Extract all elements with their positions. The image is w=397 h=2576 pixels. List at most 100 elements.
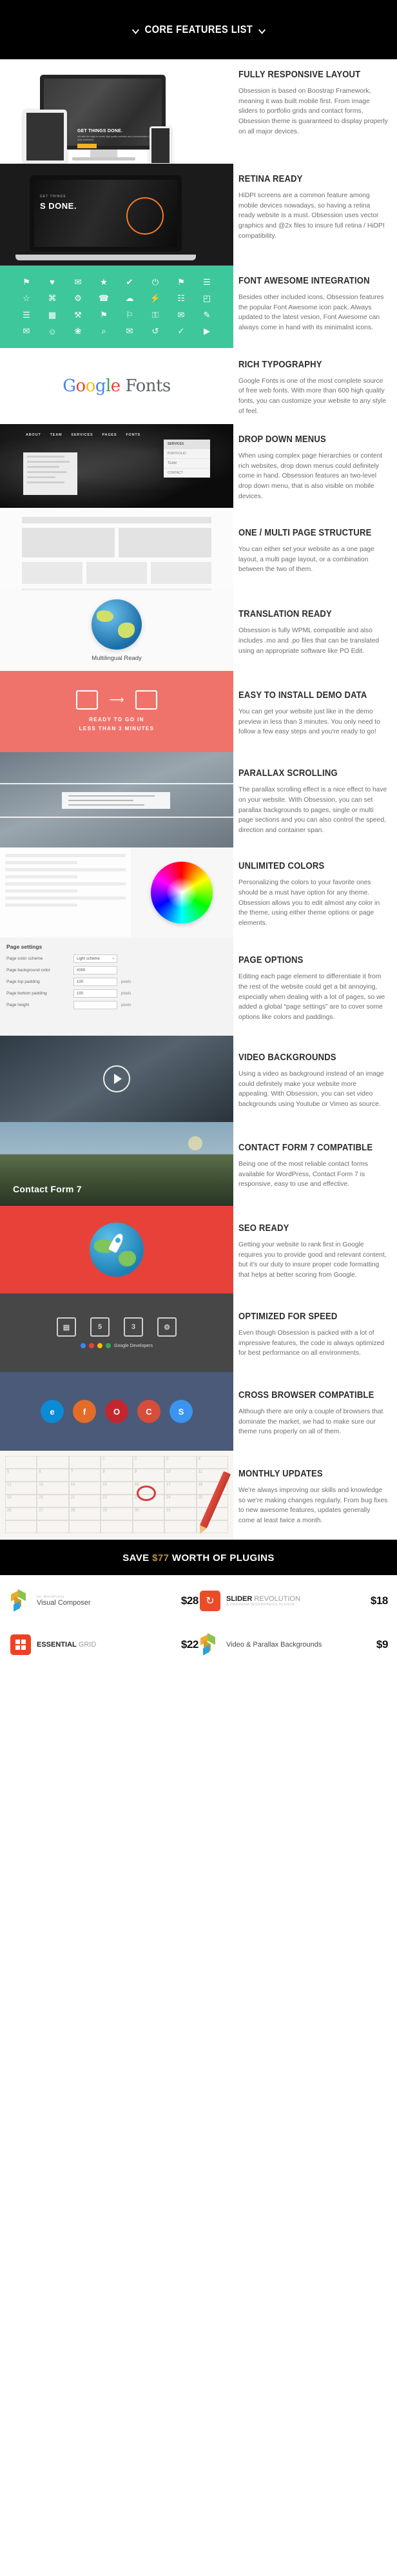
google-developers-label: Google Developers (114, 1343, 153, 1348)
browser-logo: e (41, 1400, 64, 1424)
plugin-item-video-parallax[interactable]: Video & Parallax Backgrounds $9 (198, 1633, 388, 1656)
calendar-day-cell: 2 (132, 1456, 165, 1469)
plugin-item-slider-revolution[interactable]: ↻ SLIDER REVOLUTION A PREMIUM WORDPRESS … (198, 1589, 388, 1612)
calendar-day-cell: 31 (164, 1507, 197, 1521)
calendar-day-cell: 15 (101, 1482, 133, 1495)
feature-text: OPTIMIZED FOR SPEED Even though Obsessio… (233, 1293, 397, 1372)
save-plugins-banner: SAVE $77 WORTH OF PLUGINS (0, 1540, 397, 1576)
feature-row: SEO READY Getting your website to rank f… (0, 1206, 397, 1294)
setting-label: Page top padding (6, 980, 40, 985)
feature-row: ⟶ READY TO GO IN LESS THAN 3 MINUTES EAS… (0, 671, 397, 753)
plugin-price: $9 (376, 1638, 389, 1651)
feature-text: PAGE OPTIONS Editing each page element t… (233, 938, 397, 1036)
accent-circle (126, 197, 164, 235)
browser-logo-row: efOCS (0, 1372, 233, 1451)
feature-title: UNLIMITED COLORS (238, 861, 325, 872)
save-amount: $77 (152, 1553, 169, 1564)
navbar-item[interactable]: PAGES (102, 433, 117, 437)
dropdown-items[interactable]: PORTFOLIO TEAM CONTACT (164, 449, 210, 478)
calendar-day-cell (164, 1520, 197, 1534)
feature-text: EASY TO INSTALL DEMO DATA You can get yo… (233, 671, 397, 752)
feature-title: FONT AWESOME INTEGRATION (238, 276, 370, 286)
feature-title: MONTHLY UPDATES (238, 1468, 323, 1479)
feature-title: SEO READY (238, 1223, 289, 1234)
save-suffix: WORTH OF PLUGINS (169, 1553, 275, 1564)
calendar-day-cell (5, 1520, 37, 1534)
setting-input[interactable]: 100 (73, 989, 117, 998)
color-wheel-icon[interactable] (151, 862, 213, 924)
feature-body: When using complex page hierarchies or c… (238, 452, 383, 500)
feature-row: 1 2 3 4 5 6 7 8 9 10 11 12 13 14 15 16 17 18 19 20 21 22 23 24 2… (0, 1451, 397, 1540)
multilingual-caption: Multilingual Ready (92, 655, 142, 663)
browser-logo: O (105, 1400, 128, 1424)
font-awesome-icon: ⚐ (126, 309, 133, 320)
font-awesome-icon: ⚑ (100, 309, 108, 320)
setting-input[interactable]: #000 (73, 966, 117, 975)
plugin-item-essential-grid[interactable]: ESSENTIAL GRID $22 (9, 1633, 198, 1656)
font-awesome-icon-grid: ⚑ ♥ ✉ ★ ✔ ⏻ ⚑ ☰ ☆ ⌘ ⚙ ☎ ☁ ⚡ ☷ ◰ ☰ ▦ ⚒ ⚑ ⚐ ⚿ ✉ ✎ ✉ ☺ ❀ ⌕ ✉ ↺ ✓ ▶ (0, 266, 233, 348)
font-awesome-icon: ✉ (126, 326, 133, 336)
feature-title: EASY TO INSTALL DEMO DATA (238, 690, 367, 701)
plugin-row: for WordPress Visual Composer $28 ↻ SLID… (9, 1589, 388, 1612)
phone-mockup (150, 126, 171, 164)
font-awesome-icon: ▦ (48, 309, 57, 320)
feature-title: RICH TYPOGRAPHY (238, 359, 322, 370)
feature-row: Contact Form 7 CONTACT FORM 7 COMPATIBLE… (0, 1122, 397, 1206)
feature-title: RETINA READY (238, 174, 303, 184)
feature-body: You can get your website just like in th… (238, 708, 380, 736)
navbar-item[interactable]: SERVICES (71, 433, 93, 437)
plugin-name: SLIDER REVOLUTION A PREMIUM WORDPRESS PL… (226, 1595, 366, 1607)
setting-label: Page height (6, 1003, 30, 1008)
feature-body: Besides other included icons, Obsession … (238, 294, 384, 332)
plugin-title-light: REVOLUTION (252, 1594, 300, 1603)
monitor-base (72, 157, 135, 160)
sun-icon (188, 1136, 202, 1151)
parallax-content-plate (62, 792, 170, 809)
wireframe-columns-row (22, 562, 211, 585)
plugin-price: $18 (370, 1594, 389, 1607)
dropdown-item[interactable]: CONTACT (164, 468, 210, 478)
dropdown-item[interactable]: PORTFOLIO (164, 449, 210, 458)
font-awesome-icon: ⚿ (152, 309, 159, 320)
mockup-subtext: We take the edge to create high quality … (77, 135, 151, 142)
mockup-cta-button (77, 144, 97, 148)
calendar-day-cell: 30 (132, 1507, 165, 1521)
calendar-day-cell: 22 (101, 1495, 133, 1508)
feature-title: VIDEO BACKGROUNDS (238, 1052, 336, 1063)
color-wheel-picker (0, 847, 233, 938)
play-icon[interactable] (103, 1065, 130, 1093)
plugin-price: $28 (180, 1594, 199, 1607)
setting-input[interactable]: 100 (73, 978, 117, 987)
dropdown-item[interactable]: TEAM (164, 458, 210, 468)
navbar-item[interactable]: TEAM (50, 433, 63, 437)
navbar-item[interactable]: ABOUT (26, 433, 41, 437)
calendar-day-cell (101, 1520, 133, 1534)
calendar-day-cell (132, 1520, 165, 1534)
feature-text: FULLY RESPONSIVE LAYOUT Obsession is bas… (233, 59, 397, 164)
plugin-item-visual-composer[interactable]: for WordPress Visual Composer $28 (9, 1589, 198, 1612)
navbar-item[interactable]: FONTS (126, 433, 140, 437)
feature-text: MONTHLY UPDATES We're always improving o… (233, 1451, 397, 1540)
dropdown-panel[interactable]: SERVICES PORTFOLIO TEAM CONTACT (164, 440, 210, 478)
feature-title: TRANSLATION READY (238, 609, 332, 620)
setting-row: Page background color #000 (6, 966, 227, 975)
setting-input[interactable] (73, 1001, 117, 1010)
google-fonts-logo: Google Fonts (0, 348, 233, 424)
setting-input[interactable]: Light scheme ▾ (73, 954, 117, 964)
plugin-title-bold: SLIDER (226, 1594, 253, 1603)
feature-row: Page settings Page color scheme Light sch… (0, 938, 397, 1036)
calendar-day-cell: 19 (5, 1495, 37, 1508)
feature-body: HiDPI screens are a common feature among… (238, 192, 385, 240)
plugin-name: for WordPress Visual Composer (37, 1595, 177, 1607)
feature-body: Being one of the most reliable contact f… (238, 1160, 368, 1188)
demo-caption: READY TO GO IN LESS THAN 3 MINUTES (79, 715, 155, 733)
options-panel (0, 847, 131, 938)
color-wheel-container[interactable] (131, 847, 233, 938)
feature-text: VIDEO BACKGROUNDS Using a video as backg… (233, 1036, 397, 1122)
feature-title: ONE / MULTI PAGE STRUCTURE (238, 527, 372, 538)
feature-body: Editing each page element to differentia… (238, 973, 385, 1021)
globe-icon (92, 599, 142, 650)
calendar-day-cell: 4 (196, 1456, 228, 1469)
contact-form-caption: Contact Form 7 (13, 1184, 82, 1195)
feature-title: CROSS BROWSER COMPATIBLE (238, 1390, 374, 1400)
